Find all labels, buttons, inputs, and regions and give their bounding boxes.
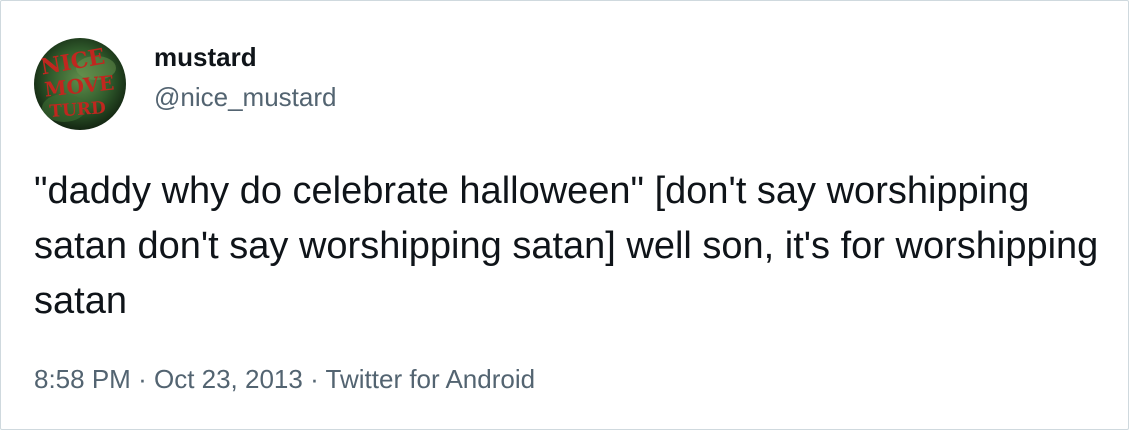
avatar-text-line: TURD — [49, 98, 107, 122]
meta-separator: · — [310, 364, 319, 394]
avatar-image: NICE MOVE TURD — [34, 38, 126, 130]
meta-separator: · — [138, 364, 147, 394]
tweet-time[interactable]: 8:58 PM — [34, 364, 131, 394]
author-display-name[interactable]: mustard — [154, 42, 257, 73]
tweet-source[interactable]: Twitter for Android — [326, 364, 536, 394]
avatar[interactable]: NICE MOVE TURD — [34, 38, 126, 130]
author-handle[interactable]: @nice_mustard — [154, 82, 336, 113]
tweet-text: "daddy why do celebrate halloween" [don'… — [34, 170, 1099, 322]
tweet-card: NICE MOVE TURD mustard @nice_mustard "da… — [0, 0, 1129, 430]
tweet-date[interactable]: Oct 23, 2013 — [154, 364, 303, 394]
tweet-meta: 8:58 PM · Oct 23, 2013 · Twitter for And… — [34, 364, 535, 395]
